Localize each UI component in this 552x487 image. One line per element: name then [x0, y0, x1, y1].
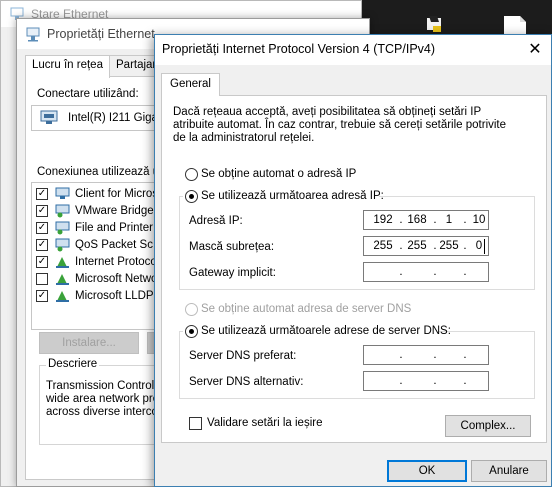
tab-general[interactable]: General [161, 73, 220, 96]
ok-button[interactable]: OK [387, 460, 467, 482]
component-label: VMware Bridge [75, 205, 154, 217]
ipv4-properties-dialog: Proprietăți Internet Protocol Version 4 … [154, 34, 552, 487]
dns-manual-label[interactable]: Se utilizează următoarele adrese de serv… [201, 325, 451, 337]
desktop-shortcut-icon[interactable] [423, 14, 447, 36]
subnet-field[interactable]: 255 . 255 . 255 . 0 [363, 236, 489, 256]
subnet-octet: 255 [407, 240, 427, 252]
dns-alternate-label: Server DNS alternativ: [189, 376, 304, 388]
network-service-icon [55, 238, 70, 252]
octet-dot: . [463, 375, 467, 387]
description-text: Transmission Control I wide area network… [46, 380, 161, 418]
octet-dot: . [399, 375, 403, 387]
component-checkbox[interactable]: ✓ [36, 290, 48, 302]
ip-manual-label[interactable]: Se utilizează următoarea adresă IP: [201, 190, 384, 202]
gateway-label: Gateway implicit: [189, 267, 276, 279]
dns-auto-radio[interactable] [185, 303, 198, 316]
gateway-field[interactable]: . . . [363, 262, 489, 282]
octet-dot: . [463, 349, 467, 361]
dns-alternate-field[interactable]: . . . [363, 371, 489, 391]
component-label: QoS Packet Sc [75, 239, 153, 251]
network-card-icon [40, 110, 58, 124]
ip-address-octet: 192 [373, 214, 393, 226]
text-caret [484, 239, 485, 254]
component-label: Internet Protoco [75, 256, 157, 268]
octet-dot: . [399, 266, 403, 278]
ipv4-dialog-titlebar: Proprietăți Internet Protocol Version 4 … [155, 35, 551, 65]
connect-using-label: Conectare utilizând: [37, 88, 139, 100]
ip-auto-radio[interactable] [185, 168, 198, 181]
ethernet-properties-title: Proprietăți Ethernet [47, 27, 155, 41]
network-service-icon [55, 204, 70, 218]
validate-label[interactable]: Validare setări la ieșire [207, 417, 322, 429]
octet-dot: . [399, 214, 403, 226]
octet-dot: . [399, 349, 403, 361]
tab-networking[interactable]: Lucru în rețea [25, 55, 110, 78]
uses-items-label: Conexiunea utilizează ur [37, 166, 163, 178]
subnet-octet: 0 [475, 240, 483, 252]
dns-manual-radio[interactable] [185, 325, 198, 338]
ip-address-label: Adresă IP: [189, 215, 243, 227]
component-checkbox[interactable]: ✓ [36, 222, 48, 234]
component-checkbox[interactable] [36, 273, 48, 285]
general-description: Dacă rețeaua acceptă, aveți posibilitate… [173, 106, 507, 144]
ip-address-octet: 1 [445, 214, 453, 226]
install-button[interactable]: Instalare... [39, 332, 139, 354]
advanced-button[interactable]: Complex... [445, 415, 531, 437]
dns-auto-label[interactable]: Se obține automat adresa de server DNS [201, 303, 411, 315]
ipv4-dialog-title: Proprietăți Internet Protocol Version 4 … [162, 42, 436, 56]
close-icon[interactable]: ✕ [519, 35, 551, 65]
ip-address-octet: 168 [407, 214, 427, 226]
adapter-name: Intel(R) I211 Gigab [68, 112, 165, 124]
component-label: File and Printer [75, 222, 153, 234]
octet-dot: . [433, 266, 437, 278]
component-label: Microsoft LLDP [75, 290, 154, 302]
octet-dot: . [463, 266, 467, 278]
cancel-button[interactable]: Anulare [471, 460, 547, 482]
validate-checkbox[interactable] [189, 417, 202, 430]
ip-auto-label[interactable]: Se obține automat o adresă IP [201, 168, 356, 180]
component-label: Client for Micros [75, 188, 159, 200]
network-protocol-icon [56, 274, 69, 285]
document-icon[interactable] [502, 14, 528, 36]
network-service-icon [55, 221, 70, 235]
dns-preferred-field[interactable]: . . . [363, 345, 489, 365]
component-label: Microsoft Netwo [75, 273, 158, 285]
ip-manual-radio[interactable] [185, 190, 198, 203]
subnet-label: Mască subrețea: [189, 241, 275, 253]
dns-preferred-label: Server DNS preferat: [189, 350, 297, 362]
component-checkbox[interactable]: ✓ [36, 205, 48, 217]
component-checkbox[interactable]: ✓ [36, 239, 48, 251]
component-checkbox[interactable]: ✓ [36, 256, 48, 268]
component-checkbox[interactable]: ✓ [36, 188, 48, 200]
subnet-octet: 255 [373, 240, 393, 252]
octet-dot: . [433, 349, 437, 361]
subnet-octet: 255 [439, 240, 459, 252]
ip-address-octet: 10 [472, 214, 486, 226]
network-client-icon [55, 187, 70, 199]
octet-dot: . [399, 240, 403, 252]
network-protocol-icon [56, 291, 69, 302]
octet-dot: . [433, 375, 437, 387]
network-adapter-icon [26, 27, 40, 42]
description-title: Descriere [46, 358, 100, 370]
network-protocol-icon [56, 257, 69, 268]
ip-address-field[interactable]: 192 . 168 . 1 . 10 [363, 210, 489, 230]
